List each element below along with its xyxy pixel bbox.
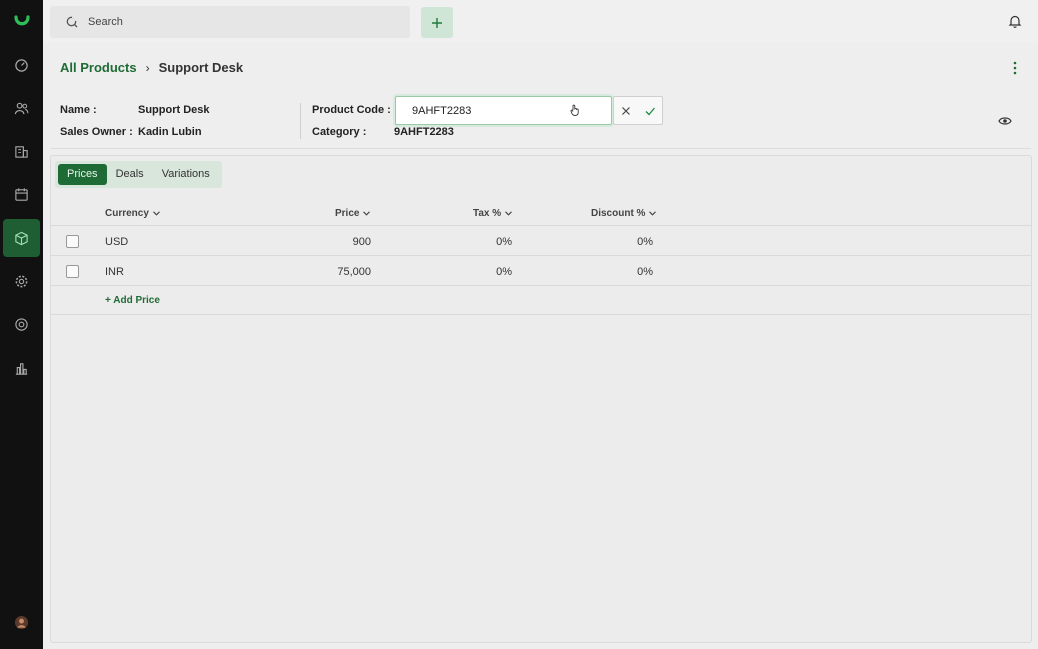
product-code-editor [395, 96, 663, 125]
row-discount: 0% [637, 266, 653, 278]
sales-owner-label: Sales Owner : [60, 126, 133, 138]
companies-icon[interactable] [0, 132, 43, 170]
more-options-icon[interactable] [1012, 61, 1018, 75]
cancel-edit-button[interactable] [614, 97, 638, 124]
breadcrumb: All Products › Support Desk [60, 60, 243, 75]
search-icon [66, 16, 78, 28]
column-price-label: Price [335, 208, 360, 219]
category-value: 9AHFT2283 [394, 126, 454, 138]
row-price: 75,000 [337, 266, 371, 278]
header-divider [51, 148, 1031, 149]
chevron-right-icon: › [145, 60, 150, 75]
settings-icon[interactable] [0, 262, 43, 300]
column-currency-label: Currency [105, 208, 149, 219]
prices-card: Prices Deals Variations Currency Price T… [50, 155, 1032, 643]
editor-actions [613, 96, 663, 125]
row-tax: 0% [496, 266, 512, 278]
tab-bar: Prices Deals Variations [55, 161, 222, 188]
tab-prices[interactable]: Prices [58, 164, 107, 185]
name-value: Support Desk [138, 104, 210, 116]
hand-cursor-icon [570, 104, 579, 116]
confirm-edit-button[interactable] [638, 97, 662, 124]
search-bar[interactable]: Search [50, 6, 410, 38]
sales-owner-value: Kadin Lubin [138, 126, 202, 138]
reports-icon[interactable] [0, 349, 43, 387]
row-discount: 0% [637, 236, 653, 248]
add-button[interactable] [421, 7, 453, 38]
user-avatar-icon[interactable] [0, 603, 43, 641]
row-divider [51, 225, 1031, 226]
close-icon [622, 106, 630, 115]
search-placeholder[interactable]: Search [88, 16, 123, 28]
eye-icon[interactable] [998, 115, 1012, 127]
column-currency[interactable]: Currency [105, 208, 160, 219]
chevron-down-icon [505, 211, 513, 216]
column-tax[interactable]: Tax % [473, 208, 513, 219]
row-checkbox[interactable] [66, 235, 79, 248]
contacts-icon[interactable] [0, 89, 43, 127]
app-logo[interactable] [0, 10, 43, 34]
tab-variations[interactable]: Variations [153, 164, 219, 185]
row-tax: 0% [496, 236, 512, 248]
column-discount-label: Discount % [591, 208, 646, 219]
column-price[interactable]: Price [335, 208, 371, 219]
breadcrumb-current: Support Desk [158, 60, 244, 75]
main-content: All Products › Support Desk Name : Suppo… [43, 43, 1038, 649]
add-price-link[interactable]: + Add Price [105, 295, 160, 306]
products-icon[interactable] [3, 219, 40, 257]
bell-icon[interactable] [1008, 14, 1022, 28]
column-discount[interactable]: Discount % [591, 208, 657, 219]
top-bar: Search [43, 0, 1038, 43]
row-divider [51, 255, 1031, 256]
row-price: 900 [352, 236, 371, 248]
check-icon [645, 107, 655, 115]
product-code-label: Product Code : [312, 104, 391, 116]
row-divider [51, 314, 1031, 315]
calendar-icon[interactable] [0, 175, 43, 213]
row-divider [51, 285, 1031, 286]
plus-icon [432, 17, 442, 28]
chevron-down-icon [363, 211, 371, 216]
dashboard-icon[interactable] [0, 46, 43, 84]
chevron-down-icon [153, 211, 160, 216]
name-label: Name : [60, 104, 97, 116]
row-checkbox[interactable] [66, 265, 79, 278]
chevron-down-icon [649, 211, 657, 216]
sidebar [0, 0, 43, 649]
tab-deals[interactable]: Deals [107, 164, 153, 185]
category-label: Category : [312, 126, 367, 138]
row-currency: INR [105, 266, 124, 278]
breadcrumb-all-products[interactable]: All Products [60, 60, 137, 75]
support-icon[interactable] [0, 305, 43, 343]
row-currency: USD [105, 236, 129, 248]
column-tax-label: Tax % [473, 208, 502, 219]
divider [300, 103, 301, 139]
